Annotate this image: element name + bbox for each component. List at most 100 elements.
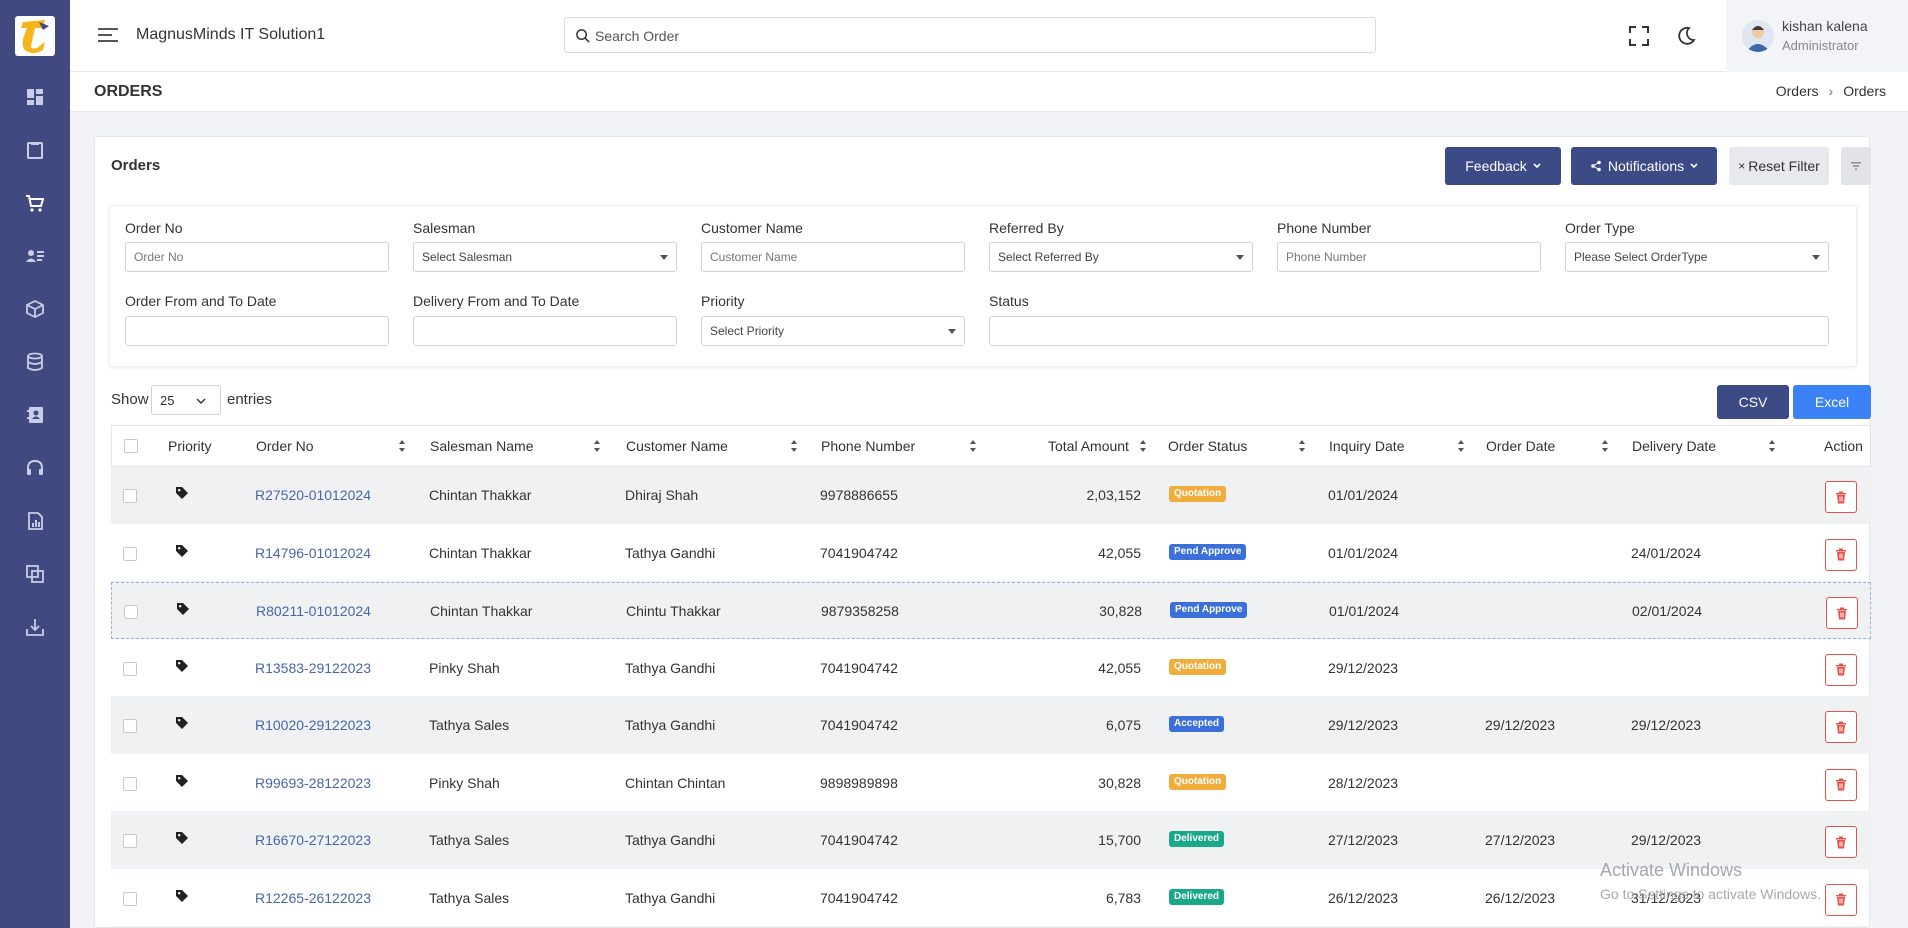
delete-button[interactable] <box>1825 768 1857 801</box>
sort-icon[interactable] <box>969 439 977 453</box>
order-date-input[interactable] <box>125 316 389 346</box>
order-no-link[interactable]: R80211-01012024 <box>256 603 371 619</box>
table-row[interactable]: R13583-29122023 Pinky Shah Tathya Gandhi 70… <box>111 640 1871 697</box>
referred-by-select[interactable]: Select Referred By <box>989 242 1253 272</box>
chevron-down-icon <box>196 398 206 404</box>
database-icon[interactable] <box>22 349 48 375</box>
csv-button[interactable]: CSV <box>1717 385 1789 419</box>
salesman-cell: Pinky Shah <box>429 774 500 791</box>
search-box[interactable] <box>564 17 1376 53</box>
phone-number-input[interactable]: Phone Number <box>1277 242 1541 272</box>
order-type-select[interactable]: Please Select OrderType <box>1565 242 1829 272</box>
select-all-checkbox[interactable] <box>124 439 138 453</box>
reset-filter-button[interactable]: × Reset Filter <box>1729 147 1829 185</box>
delete-button[interactable] <box>1825 653 1857 686</box>
fullscreen-icon[interactable] <box>1628 25 1650 47</box>
sort-icon[interactable] <box>1298 439 1306 453</box>
table-row[interactable]: R10020-29122023 Tathya Sales Tathya Gandhi… <box>111 697 1871 754</box>
clipboard-icon[interactable] <box>22 137 48 163</box>
referred-by-placeholder: Select Referred By <box>998 250 1099 264</box>
sort-icon[interactable] <box>790 439 798 453</box>
salesman-select[interactable]: Select Salesman <box>413 242 677 272</box>
order-no-placeholder: Order No <box>134 250 184 264</box>
sort-icon[interactable] <box>1601 439 1609 453</box>
menu-toggle-icon[interactable] <box>98 26 120 44</box>
dashboard-icon[interactable] <box>22 84 48 110</box>
order-no-link[interactable]: R10020-29122023 <box>255 717 371 733</box>
download-icon[interactable] <box>22 614 48 640</box>
status-badge: Delivered <box>1169 888 1225 905</box>
sort-icon[interactable] <box>1457 439 1465 453</box>
row-checkbox[interactable] <box>124 605 138 619</box>
headset-icon[interactable] <box>22 455 48 481</box>
sort-icon[interactable] <box>593 439 601 453</box>
card-title: Orders <box>111 157 161 174</box>
row-checkbox[interactable] <box>123 891 137 906</box>
delivery-date-input[interactable] <box>413 316 677 346</box>
dark-mode-icon[interactable] <box>1675 25 1697 47</box>
filter-toggle-button[interactable] <box>1841 147 1871 185</box>
row-checkbox[interactable] <box>123 834 137 848</box>
order-no-link[interactable]: R12265-26122023 <box>255 890 371 906</box>
row-checkbox[interactable] <box>123 489 137 503</box>
header-total-amount[interactable]: Total Amount <box>1048 438 1129 454</box>
delete-button[interactable] <box>1825 883 1857 916</box>
notifications-button[interactable]: Notifications <box>1571 147 1717 185</box>
header-customer-name[interactable]: Customer Name <box>626 438 728 454</box>
table-row[interactable]: R99693-28122023 Pinky Shah Chintan Chintan… <box>111 755 1871 812</box>
copy-icon[interactable] <box>22 561 48 587</box>
row-checkbox[interactable] <box>123 546 137 561</box>
contacts-icon[interactable] <box>22 243 48 269</box>
row-checkbox[interactable] <box>123 661 137 676</box>
order-no-link[interactable]: R16670-27122023 <box>255 832 371 848</box>
report-icon[interactable] <box>22 508 48 534</box>
table-row[interactable]: R14796-01012024 Chintan Thakkar Tathya Gan… <box>111 525 1871 582</box>
header-order-date[interactable]: Order Date <box>1486 438 1555 454</box>
priority-select[interactable]: Select Priority <box>701 316 965 346</box>
sort-icon[interactable] <box>1768 439 1776 453</box>
header-priority[interactable]: Priority <box>168 438 212 454</box>
header-salesman-name[interactable]: Salesman Name <box>430 438 534 454</box>
priority-tag-icon <box>176 659 188 672</box>
search-input[interactable] <box>595 25 1355 47</box>
row-checkbox[interactable] <box>123 719 137 733</box>
trash-icon <box>1837 607 1847 619</box>
sort-icon[interactable] <box>1139 439 1147 453</box>
delete-button[interactable] <box>1826 597 1858 629</box>
table-row[interactable]: R80211-01012024 Chintan Thakkar Chintu Tha… <box>111 582 1871 639</box>
excel-button[interactable]: Excel <box>1793 385 1871 419</box>
phone-cell: 9879358258 <box>821 603 899 619</box>
order-no-link[interactable]: R13583-29122023 <box>255 660 371 676</box>
amount-cell: 15,700 <box>1098 832 1141 848</box>
windows-watermark-title: Activate Windows <box>1600 860 1743 880</box>
address-book-icon[interactable] <box>22 402 48 428</box>
sort-icon[interactable] <box>398 439 406 453</box>
customer-cell: Chintan Chintan <box>625 774 726 791</box>
app-logo[interactable] <box>15 16 55 56</box>
cart-icon[interactable] <box>22 190 48 216</box>
order-no-link[interactable]: R14796-01012024 <box>255 545 371 561</box>
customer-name-input[interactable]: Customer Name <box>701 242 965 272</box>
status-input[interactable] <box>989 316 1829 346</box>
header-delivery-date[interactable]: Delivery Date <box>1632 438 1716 454</box>
table-row[interactable]: R27520-01012024 Chintan Thakkar Dhiraj Sha… <box>111 467 1871 524</box>
delivery-date-label: Delivery From and To Date <box>413 293 580 309</box>
order-no-link[interactable]: R99693-28122023 <box>255 775 371 791</box>
delete-button[interactable] <box>1825 481 1857 513</box>
delete-button[interactable] <box>1825 711 1857 743</box>
order-no-link[interactable]: R27520-01012024 <box>255 487 371 503</box>
entries-select[interactable]: 25 <box>151 385 221 415</box>
header-phone-number[interactable]: Phone Number <box>821 438 915 454</box>
order-no-input[interactable]: Order No <box>125 242 389 272</box>
delete-button[interactable] <box>1825 538 1857 571</box>
delete-button[interactable] <box>1825 826 1857 858</box>
header-order-status[interactable]: Order Status <box>1168 438 1247 454</box>
header-order-no[interactable]: Order No <box>256 438 314 454</box>
feedback-button[interactable]: Feedback <box>1445 147 1561 185</box>
box-icon[interactable] <box>22 296 48 322</box>
breadcrumb-item[interactable]: Orders <box>1776 83 1819 99</box>
user-menu[interactable]: kishan kalena Administrator <box>1726 0 1908 72</box>
row-checkbox[interactable] <box>123 776 137 791</box>
customer-name-label: Customer Name <box>701 220 803 236</box>
header-inquiry-date[interactable]: Inquiry Date <box>1329 438 1404 454</box>
